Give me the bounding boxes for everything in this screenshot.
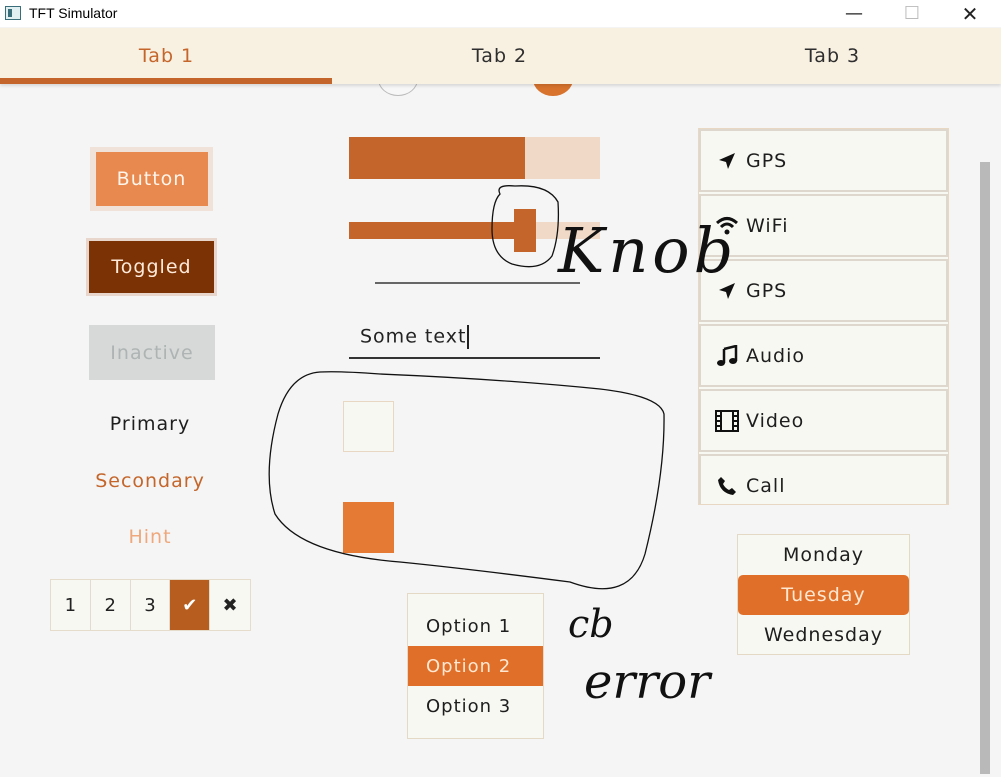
tab-content[interactable]: Button Toggled Inactive Primary Secondar… bbox=[0, 84, 1001, 777]
gps-icon bbox=[715, 150, 739, 172]
dropdown-list[interactable]: Option 1 Option 2 Option 3 bbox=[407, 593, 544, 739]
dropdown-option-selected[interactable]: Option 2 bbox=[408, 646, 543, 686]
list-item-label: GPS bbox=[746, 279, 788, 302]
secondary-label[interactable]: Secondary bbox=[80, 466, 220, 496]
text-area[interactable]: Some text bbox=[349, 317, 600, 359]
call-icon bbox=[715, 475, 739, 497]
tab-3[interactable]: Tab 3 bbox=[666, 28, 999, 84]
button-matrix-2[interactable]: 2 bbox=[91, 580, 131, 630]
text-area-value: Some text bbox=[360, 325, 467, 348]
checkbox-checked[interactable] bbox=[343, 502, 394, 553]
progress-bar-fill bbox=[349, 137, 525, 179]
list-item-label: Call bbox=[746, 474, 786, 497]
list-item-label: Audio bbox=[746, 344, 806, 367]
roller[interactable]: Monday Tuesday Wednesday bbox=[737, 534, 910, 655]
active-tab-indicator bbox=[0, 78, 332, 84]
list-item-label: Video bbox=[746, 409, 805, 432]
slider-knob[interactable] bbox=[513, 209, 536, 252]
dropdown-option[interactable]: Option 1 bbox=[408, 606, 543, 646]
check-icon[interactable]: ✔ bbox=[170, 580, 211, 630]
list-item-video[interactable]: Video bbox=[699, 389, 948, 452]
x-icon[interactable]: ✖ bbox=[210, 580, 250, 630]
close-button[interactable]: ✕ bbox=[941, 0, 999, 27]
list-item-gps[interactable]: GPS bbox=[699, 129, 948, 192]
roller-option[interactable]: Wednesday bbox=[738, 615, 909, 655]
inactive-button: Inactive bbox=[89, 325, 215, 380]
error-annotation: error bbox=[584, 654, 711, 710]
button-label: Button bbox=[95, 152, 208, 206]
roller-option-selected[interactable]: Tuesday bbox=[738, 575, 909, 615]
roller-option[interactable]: Monday bbox=[738, 535, 909, 575]
cb-annotation: cb bbox=[568, 602, 614, 646]
tab-bar: Tab 1 Tab 2 Tab 3 bbox=[0, 28, 1001, 84]
list-item-call[interactable]: Call bbox=[699, 454, 948, 504]
window-title: TFT Simulator bbox=[29, 5, 118, 21]
progress-bar bbox=[349, 137, 600, 179]
minimize-button[interactable]: — bbox=[825, 0, 883, 27]
list-item-label: GPS bbox=[746, 149, 788, 172]
list: GPS WiFi GPS Audio Video Call bbox=[698, 128, 949, 505]
primary-label[interactable]: Primary bbox=[90, 409, 210, 439]
button[interactable]: Button bbox=[90, 147, 213, 211]
hint-label[interactable]: Hint bbox=[100, 522, 200, 552]
list-item-label: WiFi bbox=[746, 214, 789, 237]
maximize-button[interactable]: ☐ bbox=[883, 0, 941, 27]
slider-fill bbox=[349, 222, 525, 239]
toggled-button[interactable]: Toggled bbox=[86, 238, 217, 296]
button-matrix-1[interactable]: 1 bbox=[51, 580, 91, 630]
partial-widget-circle bbox=[378, 84, 418, 96]
list-item-audio[interactable]: Audio bbox=[699, 324, 948, 387]
app-icon bbox=[5, 6, 21, 20]
scrollbar[interactable] bbox=[980, 162, 990, 774]
button-matrix-3[interactable]: 3 bbox=[131, 580, 171, 630]
text-cursor bbox=[467, 325, 470, 349]
audio-icon bbox=[715, 344, 739, 367]
video-icon bbox=[715, 409, 739, 432]
toggled-button-label: Toggled bbox=[89, 241, 214, 293]
button-matrix: 1 2 3 ✔ ✖ bbox=[50, 579, 251, 631]
partial-widget-circle-filled bbox=[533, 84, 573, 96]
tab-1[interactable]: Tab 1 bbox=[0, 28, 333, 84]
dropdown-option[interactable]: Option 3 bbox=[408, 686, 543, 726]
tab-2[interactable]: Tab 2 bbox=[333, 28, 666, 84]
knob-annotation: Knob bbox=[558, 214, 738, 287]
window-titlebar: TFT Simulator — ☐ ✕ bbox=[0, 0, 1001, 27]
checkbox-unchecked[interactable] bbox=[343, 401, 394, 452]
